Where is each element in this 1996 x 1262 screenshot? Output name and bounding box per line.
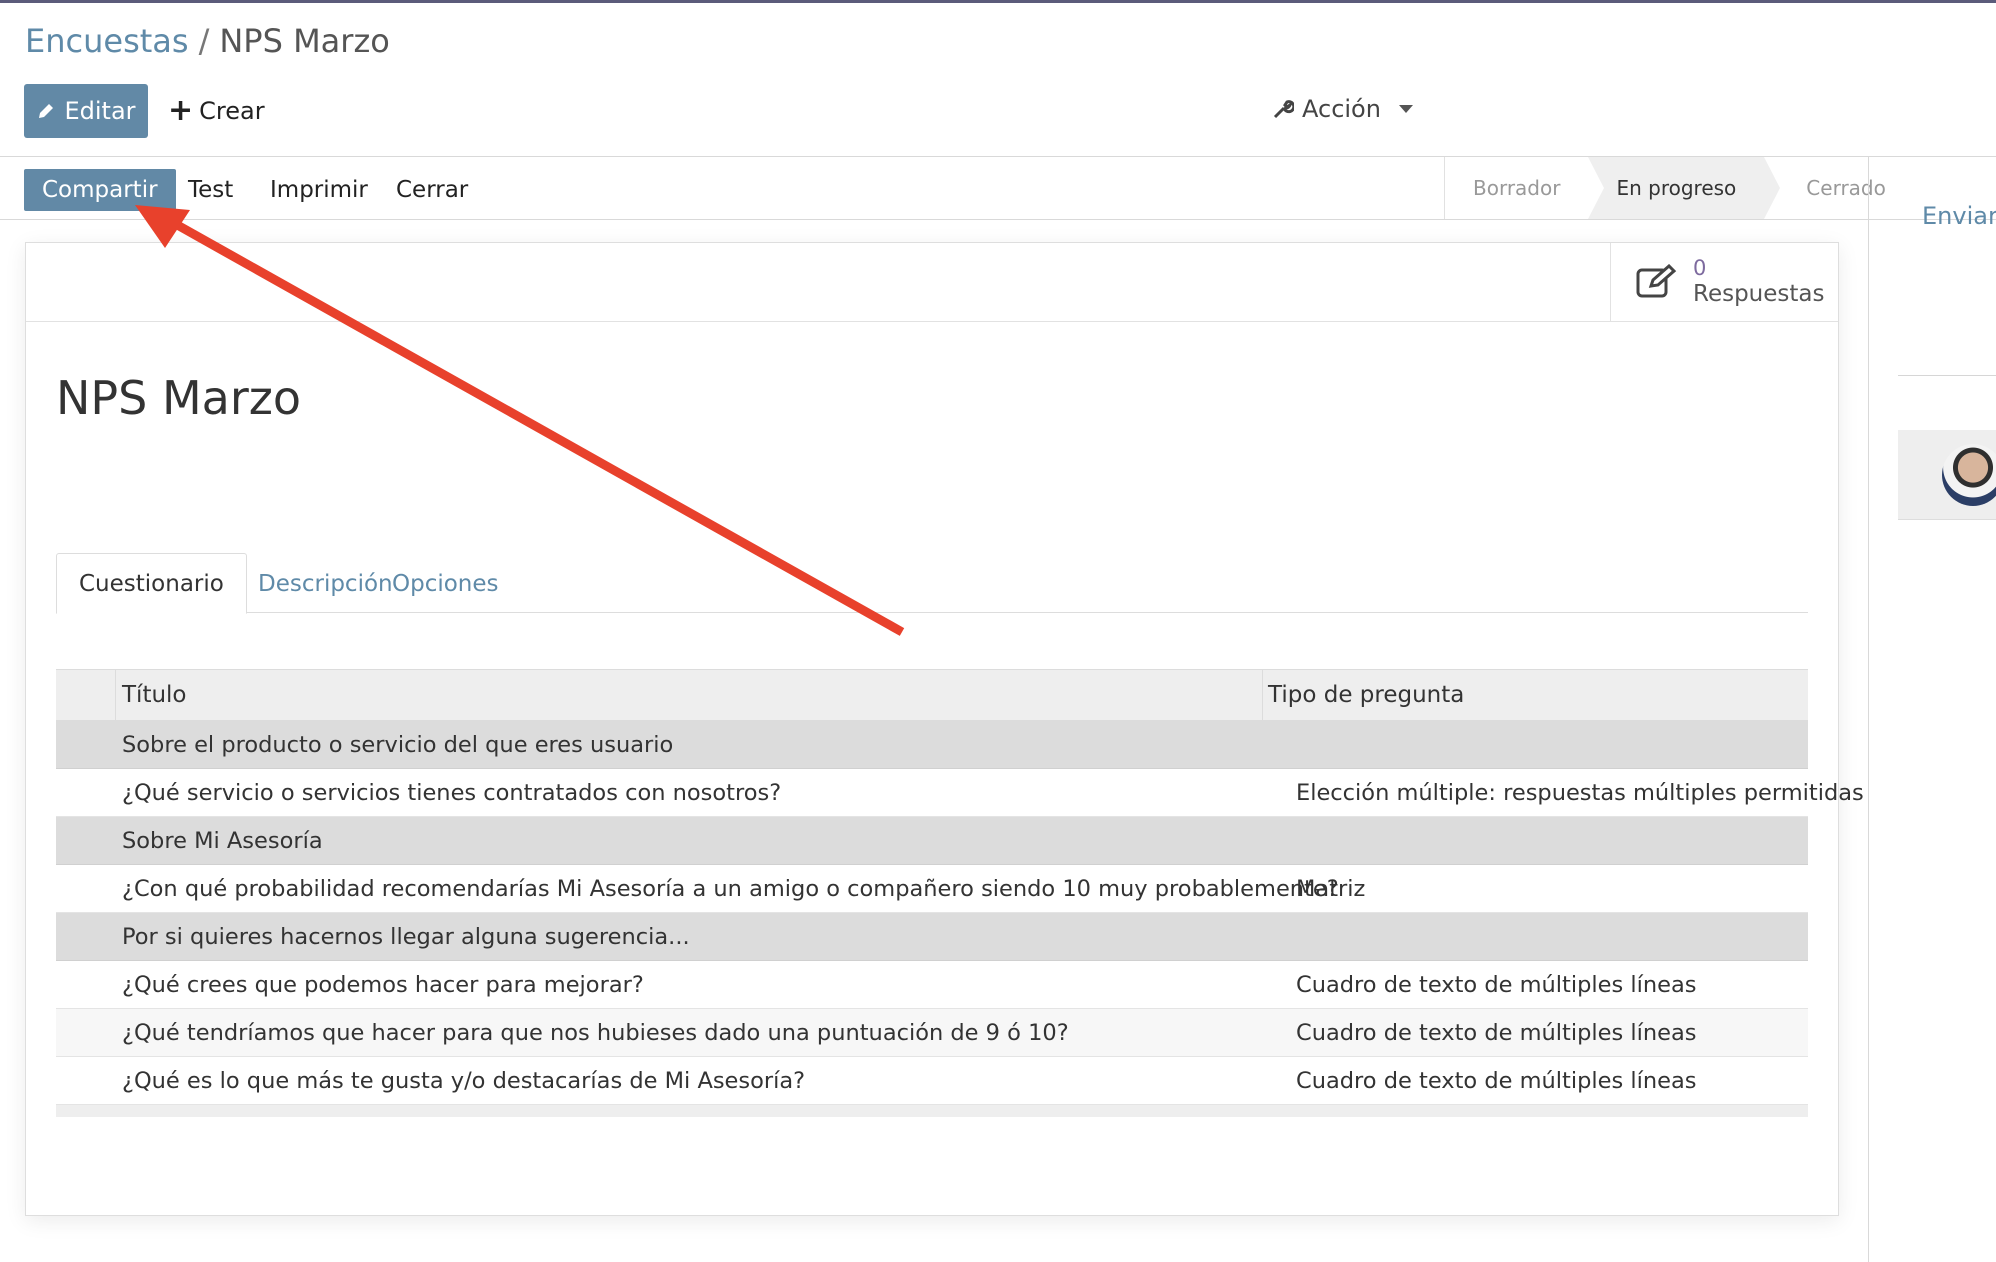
row-title: ¿Qué servicio o servicios tienes contrat…: [122, 779, 782, 806]
row-title: ¿Qué crees que podemos hacer para mejora…: [122, 971, 644, 998]
table-footer: [56, 1105, 1808, 1117]
test-button[interactable]: Test: [188, 169, 233, 211]
stage-in-progress[interactable]: En progreso: [1588, 157, 1781, 219]
stage-draft[interactable]: Borrador: [1445, 157, 1588, 219]
action-dropdown[interactable]: Acción: [1272, 86, 1413, 132]
section-row[interactable]: Sobre Mi Asesoría: [56, 817, 1808, 865]
section-row[interactable]: Por si quieres hacernos llegar alguna su…: [56, 913, 1808, 961]
follower-panel: [1898, 430, 1996, 520]
edit-button[interactable]: Editar: [24, 84, 148, 138]
breadcrumb-link-encuestas[interactable]: Encuestas: [25, 22, 189, 60]
row-title: ¿Con qué probabilidad recomendarías Mi A…: [122, 875, 1339, 902]
stage-closed[interactable]: Cerrado: [1764, 157, 1914, 219]
create-button[interactable]: + Crear: [168, 84, 265, 138]
table-row[interactable]: ¿Qué tendríamos que hacer para que nos h…: [56, 1009, 1808, 1057]
breadcrumb-current: NPS Marzo: [219, 22, 390, 60]
status-bar: Compartir Test Imprimir Cerrar Borrador …: [0, 156, 1996, 220]
create-button-label: Crear: [199, 97, 265, 125]
row-type: Cuadro de texto de múltiples líneas: [1296, 1067, 1697, 1094]
print-button[interactable]: Imprimir: [270, 169, 368, 211]
responses-label: Respuestas: [1693, 280, 1825, 307]
table-row[interactable]: ¿Qué es lo que más te gusta y/o destacar…: [56, 1057, 1808, 1105]
chatter-separator: [1898, 375, 1996, 376]
table-row[interactable]: ¿Qué servicio o servicios tienes contrat…: [56, 769, 1864, 817]
avatar[interactable]: [1942, 444, 1996, 506]
plus-icon: +: [168, 93, 194, 128]
share-button[interactable]: Compartir: [24, 169, 176, 211]
table-row[interactable]: ¿Con qué probabilidad recomendarías Mi A…: [56, 865, 1808, 913]
row-type: Cuadro de texto de múltiples líneas: [1296, 971, 1697, 998]
row-title: Sobre Mi Asesoría: [122, 827, 323, 854]
stage-pipeline: Borrador En progreso Cerrado: [1444, 157, 1914, 219]
responses-count: 0: [1693, 255, 1707, 280]
table-header: Título Tipo de pregunta: [56, 669, 1808, 721]
notebook-tabs: Cuestionario Descripción Opciones: [56, 553, 1808, 614]
survey-title: NPS Marzo: [56, 371, 302, 425]
send-message-link[interactable]: Enviar m: [1922, 202, 1996, 230]
row-type: Elección múltiple: respuestas múltiples …: [1296, 779, 1864, 806]
chatter-divider: [1868, 156, 1869, 1262]
row-title: ¿Qué es lo que más te gusta y/o destacar…: [122, 1067, 806, 1094]
form-sheet: 0 Respuestas NPS Marzo Cuestionario Desc…: [25, 242, 1864, 1216]
row-title: Sobre el producto o servicio del que ere…: [122, 731, 674, 758]
edit-button-label: Editar: [64, 97, 136, 125]
responses-stat-button[interactable]: 0 Respuestas: [1610, 243, 1838, 321]
tab-cuestionario[interactable]: Cuestionario: [56, 553, 247, 614]
wrench-icon: [1273, 100, 1294, 119]
close-survey-button[interactable]: Cerrar: [396, 169, 468, 211]
handle-column-header: [56, 670, 116, 720]
top-border: [0, 0, 1996, 3]
breadcrumb: Encuestas / NPS Marzo: [25, 22, 390, 60]
column-separator: [1262, 670, 1263, 720]
row-type: Matriz: [1296, 875, 1366, 902]
smart-button-box: 0 Respuestas: [26, 243, 1838, 322]
column-header-title[interactable]: Título: [122, 670, 187, 720]
column-header-type[interactable]: Tipo de pregunta: [1268, 670, 1464, 720]
table-row[interactable]: ¿Qué crees que podemos hacer para mejora…: [56, 961, 1808, 1009]
action-dropdown-label: Acción: [1302, 95, 1381, 123]
pencil-icon: [39, 104, 54, 118]
row-type: Cuadro de texto de múltiples líneas: [1296, 1019, 1697, 1046]
section-row[interactable]: Sobre el producto o servicio del que ere…: [56, 721, 1808, 769]
tab-opciones[interactable]: Opciones: [370, 553, 521, 614]
breadcrumb-separator: /: [198, 22, 210, 60]
caret-down-icon: [1398, 105, 1413, 113]
questions-table: Título Tipo de pregunta Sobre el product…: [56, 669, 1864, 1117]
row-title: ¿Qué tendríamos que hacer para que nos h…: [122, 1019, 1069, 1046]
edit-square-icon: [1636, 264, 1677, 298]
row-title: Por si quieres hacernos llegar alguna su…: [122, 923, 690, 950]
